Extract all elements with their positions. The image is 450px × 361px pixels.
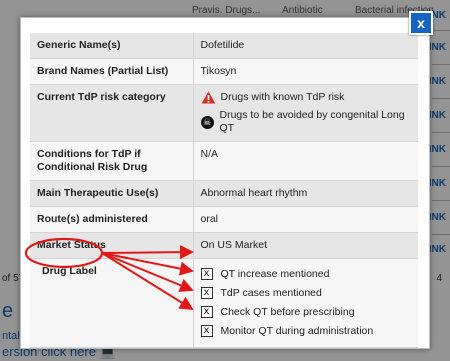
warning-triangle-icon (201, 91, 215, 104)
row-label: Conditions for TdP if Conditional Risk D… (30, 141, 194, 181)
row-label: Main Therapeutic Use(s) (30, 180, 194, 207)
market-status-value: On US Market (193, 232, 418, 259)
risk-item-text: Drugs to be avoided by congenital Long Q… (219, 109, 405, 134)
row-label: Current TdP risk category (30, 84, 194, 142)
table-row: Current TdP risk category Drugs with kno… (30, 84, 418, 142)
table-row: Generic Name(s) Dofetilide (30, 33, 418, 59)
drug-label-item: x Check QT before prescribing (200, 303, 412, 321)
row-label: Brand Names (Partial List) (30, 58, 194, 85)
risk-item: ☠ Drugs to be avoided by congenital Long… (200, 109, 412, 135)
row-label: Generic Name(s) (30, 33, 194, 59)
drug-label-item: x Monitor QT during administration (200, 322, 412, 340)
table-row: Brand Names (Partial List) Tikosyn (30, 58, 418, 85)
drug-info-table: Generic Name(s) Dofetilide Brand Names (… (30, 33, 418, 348)
risk-item: Drugs with known TdP risk (201, 91, 412, 104)
drug-label-item-text: Monitor QT during administration (220, 324, 374, 337)
checkbox-x-icon: x (200, 287, 213, 299)
generic-name-value: Dofetilide (193, 33, 418, 59)
tdp-risk-value: Drugs with known TdP risk ☠ Drugs to be … (193, 84, 418, 142)
table-row: Main Therapeutic Use(s) Abnormal heart r… (30, 180, 418, 207)
checkbox-x-icon: x (200, 325, 213, 337)
row-label: Market Status (30, 232, 194, 259)
conditions-value: N/A (193, 141, 418, 181)
table-row: Drug Label x QT increase mentioned x TdP… (30, 258, 418, 348)
drug-label-item-text: QT increase mentioned (220, 267, 330, 280)
route-value: oral (193, 206, 418, 233)
therapeutic-use-value: Abnormal heart rhythm (193, 180, 418, 207)
table-row: Market Status On US Market (30, 232, 418, 259)
drug-label-item-text: TdP cases mentioned (220, 286, 322, 299)
drug-label-item: x TdP cases mentioned (200, 284, 412, 302)
brand-name-value: Tikosyn (193, 58, 418, 85)
drug-label-title: Drug Label (30, 258, 194, 348)
risk-item-text: Drugs with known TdP risk (220, 91, 345, 103)
close-button[interactable]: x (409, 11, 433, 35)
row-label: Route(s) administered (30, 206, 194, 233)
drug-label-list: x QT increase mentioned x TdP cases ment… (193, 258, 418, 348)
table-row: Route(s) administered oral (30, 206, 418, 233)
drug-label-item-text: Check QT before prescribing (220, 305, 355, 318)
checkbox-x-icon: x (200, 306, 213, 318)
drug-label-item: x QT increase mentioned (200, 265, 412, 283)
table-row: Conditions for TdP if Conditional Risk D… (30, 141, 418, 181)
checkbox-x-icon: x (200, 268, 213, 280)
skull-icon: ☠ (200, 115, 214, 129)
